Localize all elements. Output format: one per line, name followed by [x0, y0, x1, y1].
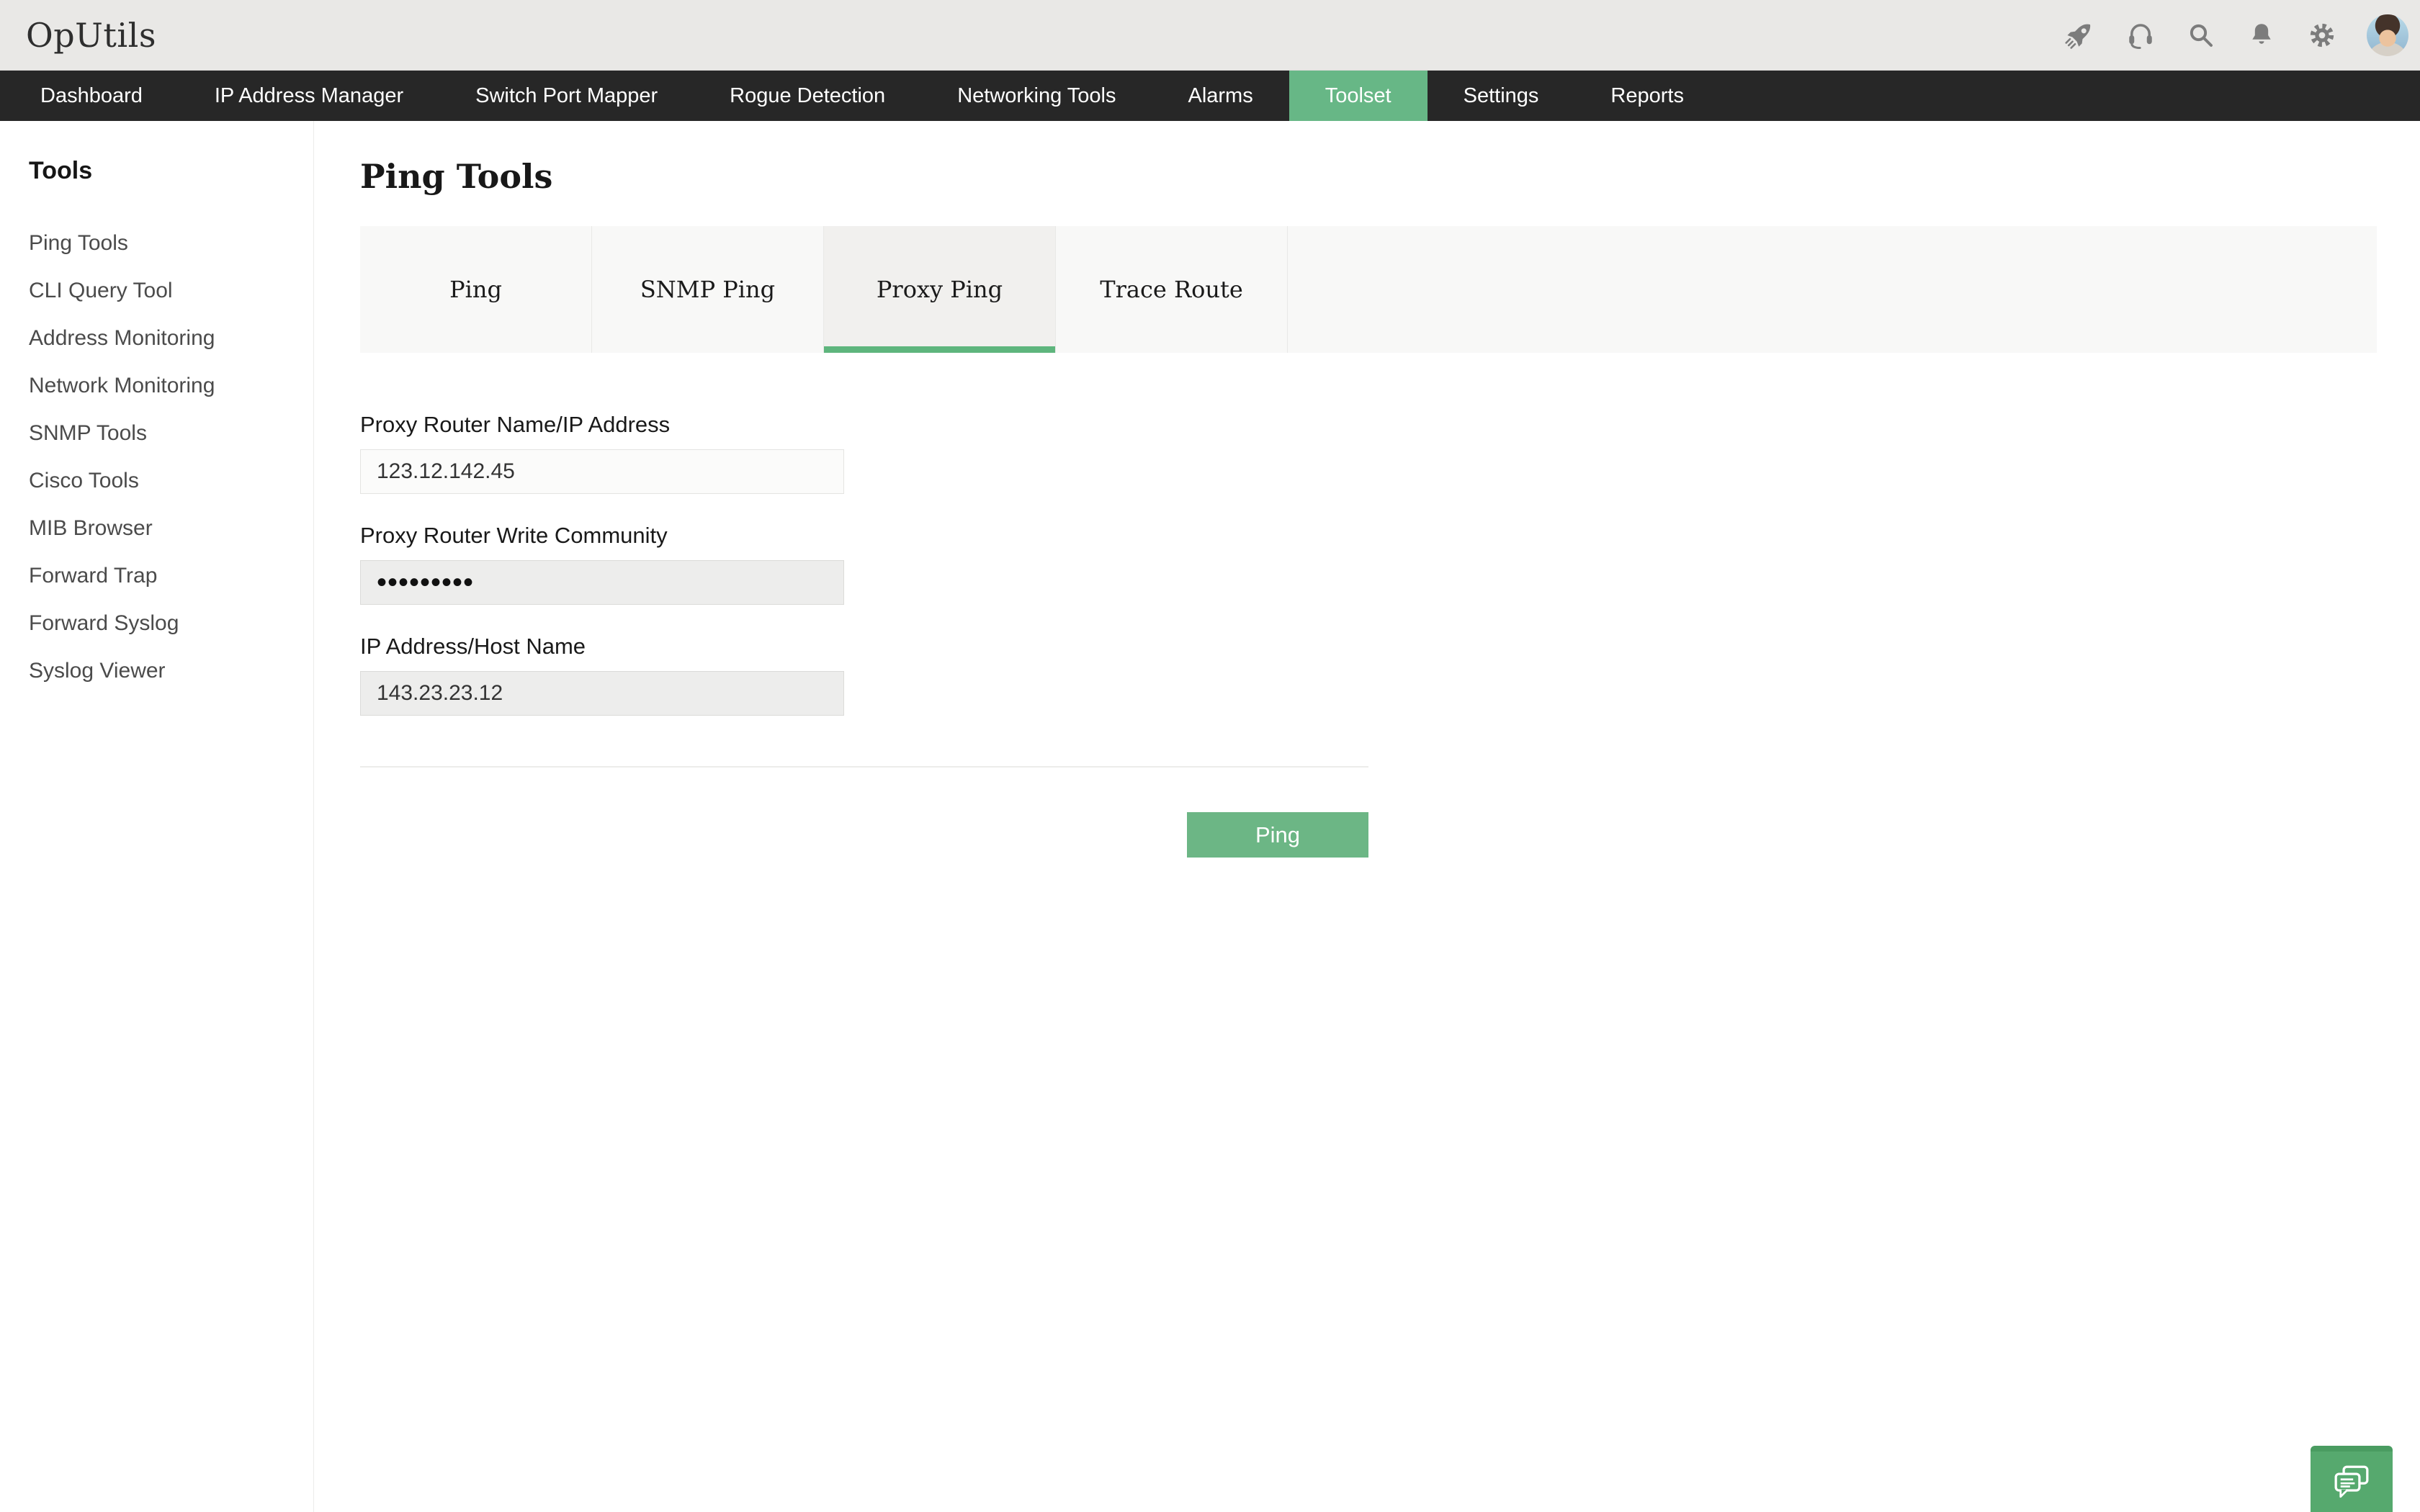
ping-tools-tabstrip: Ping SNMP Ping Proxy Ping Trace Route — [360, 226, 2377, 353]
tabstrip-filler — [1288, 226, 2377, 353]
page-title: Ping Tools — [360, 157, 2377, 196]
app-logo[interactable]: OpUtils — [26, 16, 156, 55]
topbar-actions — [2064, 0, 2408, 71]
nav-item-dashboard[interactable]: Dashboard — [4, 71, 179, 121]
sidebar-item-snmp-tools[interactable]: SNMP Tools — [0, 410, 313, 457]
proxy-router-write-community-input[interactable] — [360, 560, 844, 605]
sidebar-item-network-monitoring[interactable]: Network Monitoring — [0, 362, 313, 410]
sidebar-item-cli-query-tool[interactable]: CLI Query Tool — [0, 267, 313, 315]
sidebar-item-mib-browser[interactable]: MIB Browser — [0, 505, 313, 552]
tab-trace-route[interactable]: Trace Route — [1056, 226, 1288, 353]
nav-item-toolset[interactable]: Toolset — [1289, 71, 1428, 121]
tab-proxy-ping[interactable]: Proxy Ping — [824, 226, 1056, 353]
sidebar-list: Ping Tools CLI Query Tool Address Monito… — [0, 220, 313, 695]
nav-item-alarms[interactable]: Alarms — [1152, 71, 1289, 121]
nav-item-networking-tools[interactable]: Networking Tools — [921, 71, 1152, 121]
chat-icon — [2331, 1464, 2372, 1499]
sidebar-item-ping-tools[interactable]: Ping Tools — [0, 220, 313, 267]
support-chat-button[interactable] — [2311, 1446, 2393, 1512]
headset-icon[interactable] — [2125, 19, 2156, 51]
sidebar-title: Tools — [29, 157, 313, 185]
proxy-router-name-input[interactable] — [360, 449, 844, 494]
sidebar-item-address-monitoring[interactable]: Address Monitoring — [0, 315, 313, 362]
tools-sidebar: Tools Ping Tools CLI Query Tool Address … — [0, 121, 314, 1512]
avatar[interactable] — [2367, 14, 2408, 56]
ping-button[interactable]: Ping — [1187, 812, 1368, 858]
form-divider — [360, 766, 1368, 768]
tab-snmp-ping[interactable]: SNMP Ping — [592, 226, 824, 353]
main-nav: Dashboard IP Address Manager Switch Port… — [0, 71, 2420, 121]
ip-address-host-name-label: IP Address/Host Name — [360, 634, 844, 660]
gear-icon[interactable] — [2306, 19, 2338, 51]
main-content: Ping Tools Ping SNMP Ping Proxy Ping Tra… — [315, 121, 2420, 1512]
rocket-icon[interactable] — [2064, 19, 2096, 51]
sidebar-item-forward-trap[interactable]: Forward Trap — [0, 552, 313, 600]
nav-item-rogue-detection[interactable]: Rogue Detection — [694, 71, 921, 121]
button-row: Ping — [360, 812, 1368, 858]
tab-ping[interactable]: Ping — [360, 226, 592, 353]
sidebar-item-syslog-viewer[interactable]: Syslog Viewer — [0, 647, 313, 695]
proxy-ping-form: Proxy Router Name/IP Address Proxy Route… — [360, 412, 844, 716]
ip-address-host-name-input[interactable] — [360, 671, 844, 716]
proxy-router-write-community-label: Proxy Router Write Community — [360, 523, 844, 549]
nav-item-settings[interactable]: Settings — [1428, 71, 1575, 121]
proxy-router-name-label: Proxy Router Name/IP Address — [360, 412, 844, 438]
nav-item-ip-address-manager[interactable]: IP Address Manager — [179, 71, 439, 121]
sidebar-item-cisco-tools[interactable]: Cisco Tools — [0, 457, 313, 505]
nav-item-switch-port-mapper[interactable]: Switch Port Mapper — [439, 71, 694, 121]
sidebar-item-forward-syslog[interactable]: Forward Syslog — [0, 600, 313, 647]
search-icon[interactable] — [2185, 19, 2217, 51]
bell-icon[interactable] — [2246, 19, 2277, 51]
nav-item-reports[interactable]: Reports — [1574, 71, 1720, 121]
top-bar: OpUtils — [0, 0, 2420, 71]
